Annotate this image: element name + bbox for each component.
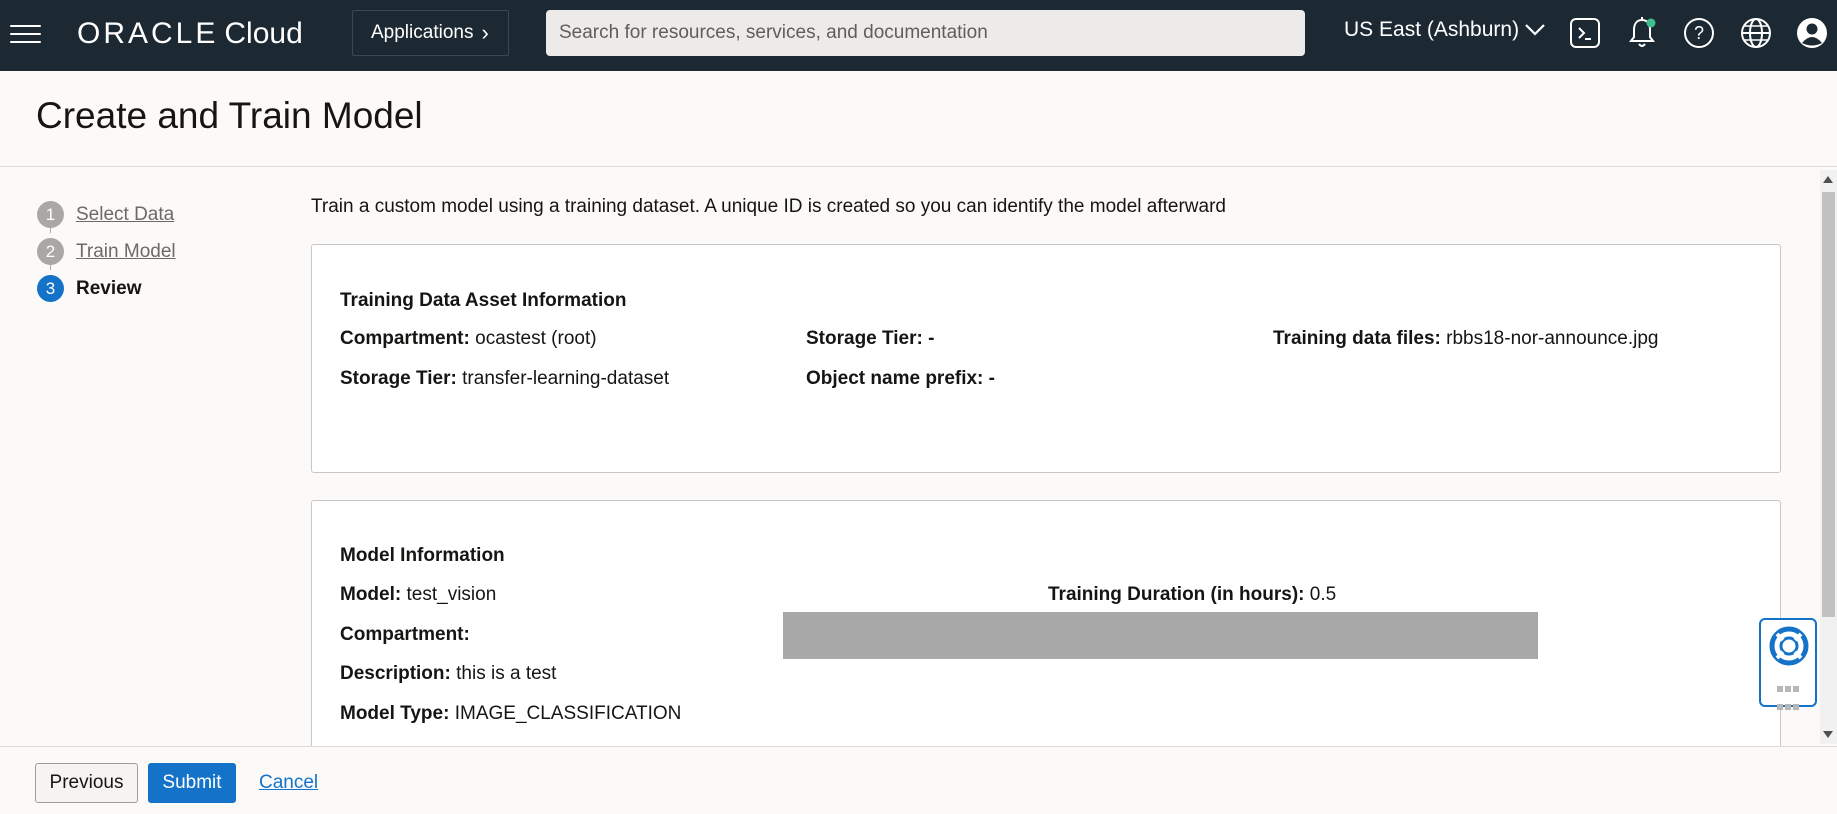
step-label: Review — [76, 277, 142, 299]
redacted-block — [783, 612, 1538, 659]
training-duration-field: Training Duration (in hours): 0.5 — [1048, 584, 1336, 606]
cloud-shell-icon[interactable] — [1566, 14, 1604, 52]
field-label: Compartment: — [340, 624, 470, 645]
field-value: rbbs18-nor-announce.jpg — [1446, 328, 1659, 349]
scroll-down-arrow-icon[interactable] — [1823, 731, 1833, 738]
field-value: IMAGE_CLASSIFICATION — [454, 703, 682, 724]
scrollbar-thumb[interactable] — [1822, 192, 1835, 617]
cancel-link[interactable]: Cancel — [259, 772, 318, 794]
object-name-prefix-field: Object name prefix: - — [806, 368, 995, 390]
field-value: transfer-learning-dataset — [462, 368, 670, 389]
lifebuoy-icon — [1769, 626, 1809, 666]
training-data-files-field: Training data files: rbbs18-nor-announce… — [1273, 328, 1658, 350]
page-title: Create and Train Model — [36, 95, 423, 136]
step-label[interactable]: Train Model — [76, 241, 176, 263]
storage-tier-field: Storage Tier: - — [806, 328, 934, 350]
storage-tier-field: Storage Tier: transfer-learning-dataset — [340, 368, 669, 390]
step-number: 2 — [37, 238, 64, 265]
field-label: Training data files: — [1273, 328, 1441, 349]
card-title: Model Information — [340, 545, 505, 566]
step-number: 3 — [37, 275, 64, 302]
applications-label: Applications — [371, 22, 474, 43]
oracle-cloud-logo[interactable]: ORACLE Cloud — [77, 16, 303, 52]
step-review: 3 Review — [37, 270, 176, 307]
field-label: Description: — [340, 663, 451, 684]
field-label: Object name prefix: — [806, 368, 984, 389]
field-label: Storage Tier: — [806, 328, 923, 349]
top-navbar: ORACLECloud Applications › US East (Ashb… — [0, 0, 1837, 71]
help-icon[interactable]: ? — [1680, 14, 1718, 52]
card-title: Training Data Asset Information — [340, 290, 627, 311]
logo-product: Cloud — [224, 17, 303, 50]
field-value: - — [988, 368, 995, 389]
field-label: Compartment: — [340, 328, 470, 349]
model-information-card: Model Information Model: test_vision Tra… — [311, 500, 1781, 760]
svg-text:?: ? — [1694, 23, 1704, 43]
applications-button[interactable]: Applications › — [352, 10, 509, 56]
step-number: 1 — [37, 201, 64, 228]
previous-button[interactable]: Previous — [35, 763, 138, 803]
field-label: Training Duration (in hours): — [1048, 584, 1305, 605]
field-value: 0.5 — [1309, 584, 1337, 605]
scroll-up-arrow-icon[interactable] — [1823, 176, 1833, 183]
logo-brand: ORACLE — [77, 17, 219, 50]
model-name-field: Model: test_vision — [340, 584, 496, 606]
field-value: this is a test — [456, 663, 557, 684]
model-type-field: Model Type: IMAGE_CLASSIFICATION — [340, 703, 681, 725]
submit-button[interactable]: Submit — [148, 763, 236, 803]
hamburger-menu-icon[interactable] — [8, 20, 43, 48]
intro-text: Train a custom model using a training da… — [311, 196, 1226, 217]
region-label: US East (Ashburn) — [1344, 18, 1520, 41]
footer-actions: Previous Submit Cancel — [0, 746, 1837, 814]
search-input[interactable] — [546, 10, 1305, 56]
drag-handle-icon[interactable] — [1776, 680, 1802, 716]
chevron-down-icon — [1525, 24, 1545, 36]
field-value: ocastest (root) — [475, 328, 597, 349]
vertical-scrollbar[interactable] — [1820, 170, 1837, 744]
field-value: - — [928, 328, 935, 349]
wizard-steps: 1 Select Data 2 Train Model 3 Review — [37, 196, 176, 307]
step-train-model[interactable]: 2 Train Model — [37, 233, 176, 270]
notification-dot — [1646, 18, 1656, 28]
compartment-field: Compartment: — [340, 624, 470, 646]
training-data-card: Training Data Asset Information Compartm… — [311, 244, 1781, 473]
globe-icon[interactable] — [1737, 14, 1775, 52]
page-header: Create and Train Model — [0, 71, 1837, 167]
field-label: Model Type: — [340, 703, 450, 724]
bell-icon[interactable] — [1623, 14, 1661, 52]
step-select-data[interactable]: 1 Select Data — [37, 196, 176, 233]
description-field: Description: this is a test — [340, 663, 556, 685]
region-selector[interactable]: US East (Ashburn) — [1344, 18, 1545, 42]
compartment-field: Compartment: ocastest (root) — [340, 328, 597, 350]
field-label: Storage Tier: — [340, 368, 457, 389]
field-value: test_vision — [406, 584, 497, 605]
field-label: Model: — [340, 584, 402, 605]
step-label[interactable]: Select Data — [76, 204, 174, 226]
chevron-right-icon: › — [481, 20, 489, 45]
help-widget[interactable] — [1759, 618, 1817, 710]
user-icon[interactable] — [1793, 14, 1831, 52]
